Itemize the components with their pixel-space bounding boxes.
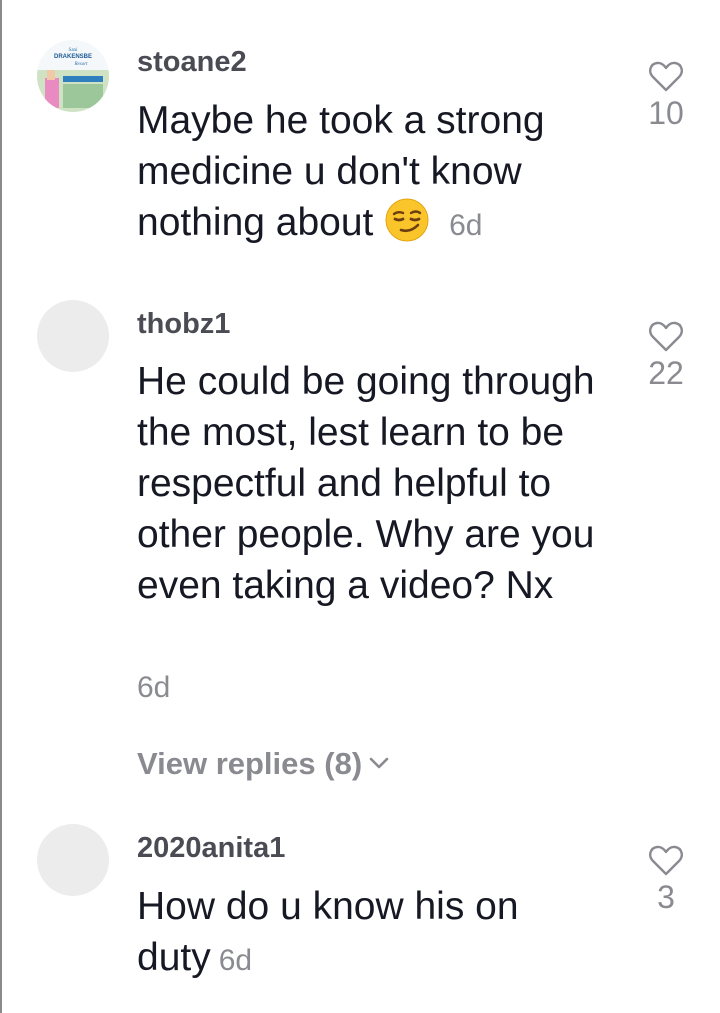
- comment-text: How do u know his on duty: [137, 885, 519, 979]
- avatar[interactable]: [37, 300, 109, 372]
- like-button[interactable]: 3: [636, 844, 696, 915]
- comment-timestamp: 6d: [218, 944, 253, 977]
- avatar[interactable]: Sani DRAKENSBE Resort: [37, 40, 109, 112]
- comment-username[interactable]: 2020anita1: [137, 830, 285, 866]
- view-replies-label: View replies (8): [137, 746, 363, 781]
- comment-text: He could be going through the most, lest…: [137, 360, 595, 607]
- like-count: 22: [648, 355, 684, 391]
- avatar-image: Sani DRAKENSBE Resort: [37, 40, 109, 112]
- comment-text-block: How do u know his on duty 6d: [137, 881, 577, 986]
- comment-timestamp: 6d: [137, 671, 171, 704]
- heart-outline-icon: [649, 61, 683, 92]
- avatar-text-1: Sani: [69, 48, 79, 53]
- like-count: 3: [657, 879, 675, 915]
- heart-outline-icon: [649, 845, 683, 876]
- comment-text-block: Maybe he took a strong medicine u don't …: [137, 95, 607, 251]
- chevron-down-icon: [369, 757, 389, 769]
- like-count: 10: [648, 95, 684, 131]
- avatar-text-3: Resort: [73, 62, 88, 67]
- comment-username[interactable]: thobz1: [137, 306, 230, 342]
- comment-username[interactable]: stoane2: [137, 44, 247, 80]
- left-border: [0, 0, 2, 1013]
- avatar[interactable]: [37, 824, 109, 896]
- avatar-text-2: DRAKENSBE: [54, 54, 92, 60]
- comment-timestamp: 6d: [449, 209, 483, 242]
- smirk-emoji-icon: [385, 198, 429, 242]
- comment-text: Maybe he took a strong medicine u don't …: [137, 99, 545, 244]
- view-replies-button[interactable]: View replies (8): [137, 744, 390, 784]
- heart-outline-icon: [649, 321, 683, 352]
- like-button[interactable]: 22: [636, 320, 696, 391]
- like-button[interactable]: 10: [636, 60, 696, 131]
